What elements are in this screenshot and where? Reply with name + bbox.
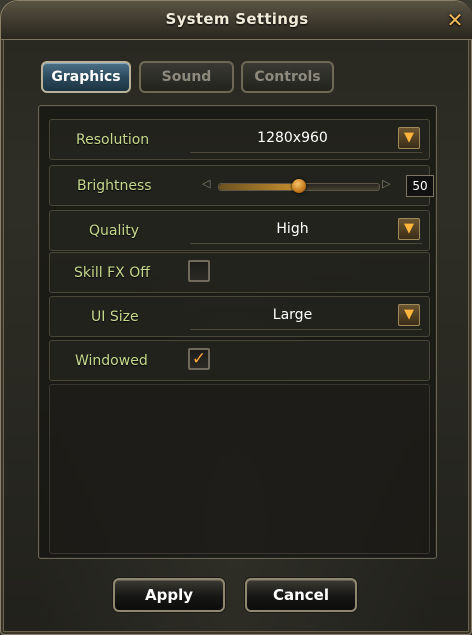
- apply-button[interactable]: Apply: [113, 578, 225, 612]
- slider-decrease-icon[interactable]: ◁: [202, 177, 210, 190]
- quality-dropdown[interactable]: High ▼: [190, 216, 422, 244]
- tab-sound[interactable]: Sound: [139, 61, 234, 93]
- brightness-label: Brightness: [77, 178, 152, 194]
- slider-fill: [219, 184, 299, 190]
- quality-value: High: [276, 221, 309, 237]
- setting-row-quality: Quality High ▼: [49, 210, 430, 251]
- resolution-value: 1280x960: [257, 130, 328, 146]
- resolution-label: Resolution: [76, 132, 150, 148]
- setting-row-resolution: Resolution 1280x960 ▼: [49, 119, 430, 160]
- slider-handle[interactable]: [292, 179, 306, 193]
- setting-row-brightness: Brightness ◁ ▷ 50: [49, 165, 434, 206]
- resolution-dropdown[interactable]: 1280x960 ▼: [190, 125, 422, 153]
- settings-panel: Resolution 1280x960 ▼ Brightness ◁ ▷ 50 …: [38, 105, 437, 559]
- chevron-down-icon[interactable]: ▼: [398, 218, 420, 240]
- slider-increase-icon[interactable]: ▷: [382, 177, 390, 190]
- brightness-slider[interactable]: [218, 179, 380, 193]
- setting-row-skill-fx: Skill FX Off: [49, 252, 430, 293]
- windowed-label: Windowed: [75, 353, 148, 369]
- ui-size-label: UI Size: [91, 309, 139, 325]
- settings-window: System Settings ✕ Graphics Sound Control…: [0, 0, 472, 635]
- ui-size-dropdown[interactable]: Large ▼: [190, 302, 422, 330]
- checkmark-icon: ✓: [191, 349, 207, 369]
- ui-size-value: Large: [272, 307, 313, 323]
- tab-graphics[interactable]: Graphics: [41, 61, 131, 93]
- empty-settings-area: [49, 384, 430, 554]
- windowed-checkbox[interactable]: ✓: [188, 348, 210, 370]
- setting-row-windowed: Windowed ✓: [49, 340, 430, 381]
- close-icon[interactable]: ✕: [443, 8, 467, 32]
- window-title: System Settings: [165, 10, 309, 28]
- tab-controls[interactable]: Controls: [241, 61, 334, 93]
- chevron-down-icon[interactable]: ▼: [398, 304, 420, 326]
- setting-row-ui-size: UI Size Large ▼: [49, 296, 430, 337]
- quality-label: Quality: [89, 223, 140, 239]
- title-bar[interactable]: System Settings ✕: [1, 1, 472, 40]
- cancel-button[interactable]: Cancel: [245, 578, 357, 612]
- skill-fx-label: Skill FX Off: [74, 265, 150, 281]
- skill-fx-checkbox[interactable]: [188, 260, 210, 282]
- chevron-down-icon[interactable]: ▼: [398, 127, 420, 149]
- brightness-value: 50: [406, 175, 434, 197]
